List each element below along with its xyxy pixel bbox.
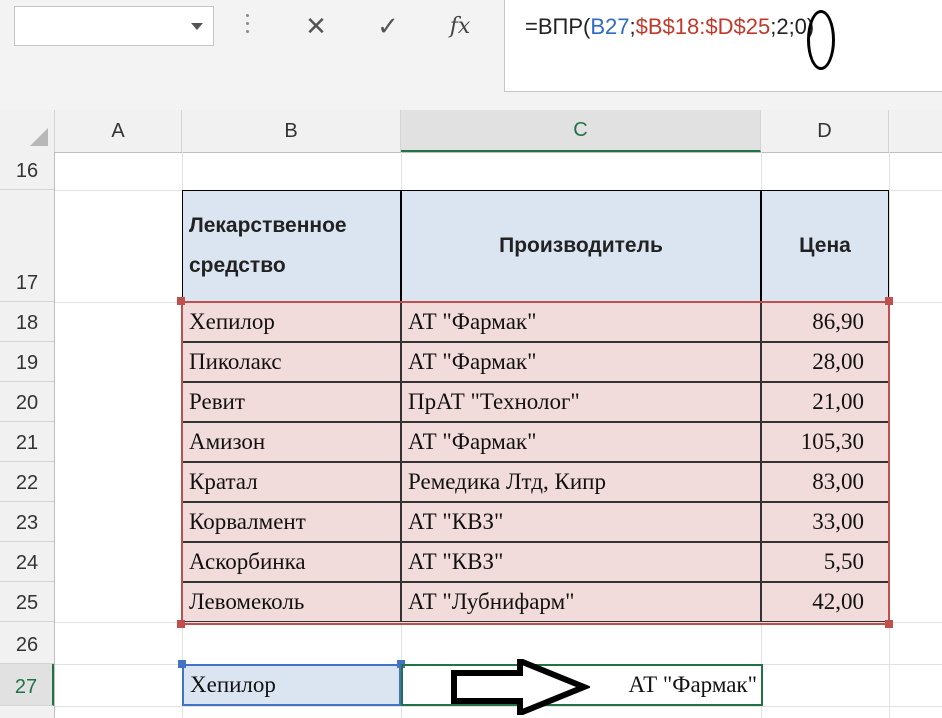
formula-bar-area: ✕ ✓ fx =ВПР(B27;$B$18:$D$25;2;0) [0, 0, 942, 110]
column-header-b[interactable]: B [182, 110, 401, 152]
formula-text: =ВПР(B27;$B$18:$D$25;2;0) [525, 14, 814, 40]
table-row: Корвалмент АТ "КВЗ" 33,00 [182, 502, 889, 542]
table-row: Амизон АТ "Фармак" 105,30 [182, 422, 889, 462]
check-icon: ✓ [377, 10, 399, 41]
row-header-26[interactable]: 26 [0, 622, 54, 664]
row-header-27[interactable]: 27 [0, 664, 54, 706]
table-row: Левомеколь АТ "Лубнифарм" 42,00 [182, 582, 889, 622]
cell-price[interactable]: 86,90 [761, 302, 889, 342]
cell-price[interactable]: 33,00 [761, 502, 889, 542]
cell-drug[interactable]: Корвалмент [182, 502, 401, 542]
table-row: Пиколакс АТ "Фармак" 28,00 [182, 342, 889, 382]
row-header-18[interactable]: 18 [0, 302, 54, 342]
name-box[interactable] [14, 6, 214, 46]
cell-drug[interactable]: Хепилор [182, 302, 401, 342]
cell-maker[interactable]: АТ "КВЗ" [401, 502, 761, 542]
cell-price[interactable]: 83,00 [761, 462, 889, 502]
cancel-button[interactable]: ✕ [290, 4, 342, 48]
cell-price[interactable]: 105,30 [761, 422, 889, 462]
select-all-button[interactable] [0, 110, 55, 152]
header-cell-drug[interactable]: Лекарственное средство [182, 190, 401, 302]
column-headers: A B C D [0, 110, 942, 153]
row-header-23[interactable]: 23 [0, 502, 54, 542]
header-cell-price[interactable]: Цена [761, 190, 889, 302]
formula-ref-range: $B$18:$D$25 [635, 14, 771, 39]
cell-price[interactable]: 42,00 [761, 582, 889, 622]
table-row: Ревит ПрАТ "Технолог" 21,00 [182, 382, 889, 422]
column-header-c[interactable]: C [401, 110, 761, 152]
cell-drug[interactable]: Амизон [182, 422, 401, 462]
table-row: Аскорбинка АТ "КВЗ" 5,50 [182, 542, 889, 582]
cell-drug[interactable]: Кратал [182, 462, 401, 502]
range-resize-handle[interactable] [885, 297, 893, 305]
range-resize-handle[interactable] [177, 297, 185, 305]
cell-price[interactable]: 21,00 [761, 382, 889, 422]
row-header-17[interactable]: 17 [0, 190, 54, 302]
row-header-20[interactable]: 20 [0, 382, 54, 422]
range-resize-handle[interactable] [178, 660, 186, 668]
formula-column-index: 2 [776, 14, 789, 39]
row-header-24[interactable]: 24 [0, 542, 54, 582]
cell-maker[interactable]: Ремедика Лтд, Кипр [401, 462, 761, 502]
chevron-down-icon[interactable] [191, 23, 203, 30]
drag-handle-icon[interactable] [244, 10, 250, 40]
cell-drug[interactable]: Ревит [182, 382, 401, 422]
table-header: Лекарственное средство Производитель Цен… [182, 190, 889, 302]
formula-ref-lookup: B27 [590, 14, 630, 39]
row-header-25[interactable]: 25 [0, 582, 54, 622]
table-row: Хепилор АТ "Фармак" 86,90 [182, 302, 889, 342]
enter-button[interactable]: ✓ [362, 4, 414, 48]
cell-drug[interactable]: Левомеколь [182, 582, 401, 622]
fx-icon: fx [449, 13, 471, 39]
table-body: Хепилор АТ "Фармак" 86,90 Пиколакс АТ "Ф… [182, 302, 889, 624]
cell-maker[interactable]: ПрАТ "Технолог" [401, 382, 761, 422]
lookup-value-cell[interactable]: Хепилор [182, 664, 401, 706]
formula-input[interactable]: =ВПР(B27;$B$18:$D$25;2;0) [504, 0, 942, 92]
header-cell-maker[interactable]: Производитель [401, 190, 761, 302]
cell-maker[interactable]: АТ "КВЗ" [401, 542, 761, 582]
table-row: Кратал Ремедика Лтд, Кипр 83,00 [182, 462, 889, 502]
insert-function-button[interactable]: fx [434, 4, 486, 48]
cell-maker[interactable]: АТ "Фармак" [401, 302, 761, 342]
close-icon: ✕ [305, 10, 327, 41]
cell-maker[interactable]: АТ "Фармак" [401, 342, 761, 382]
cell-maker[interactable]: АТ "Лубнифарм" [401, 582, 761, 622]
row-header-19[interactable]: 19 [0, 342, 54, 382]
row-header-22[interactable]: 22 [0, 462, 54, 502]
cell-price[interactable]: 5,50 [761, 542, 889, 582]
cell-maker[interactable]: АТ "Фармак" [401, 422, 761, 462]
column-header-a[interactable]: A [55, 110, 182, 152]
row-header-21[interactable]: 21 [0, 422, 54, 462]
formula-prefix: =ВПР( [525, 14, 591, 39]
row-headers: 16 17 18 19 20 21 22 23 24 25 26 27 [0, 152, 55, 718]
arrow-right-icon [451, 659, 590, 715]
cell-price[interactable]: 28,00 [761, 342, 889, 382]
highlight-oval-annotation [807, 10, 835, 70]
row-header-16[interactable]: 16 [0, 152, 54, 190]
column-header-d[interactable]: D [761, 110, 889, 152]
range-resize-handle[interactable] [177, 620, 185, 628]
range-resize-handle[interactable] [885, 620, 893, 628]
cell-drug[interactable]: Аскорбинка [182, 542, 401, 582]
cell-drug[interactable]: Пиколакс [182, 342, 401, 382]
